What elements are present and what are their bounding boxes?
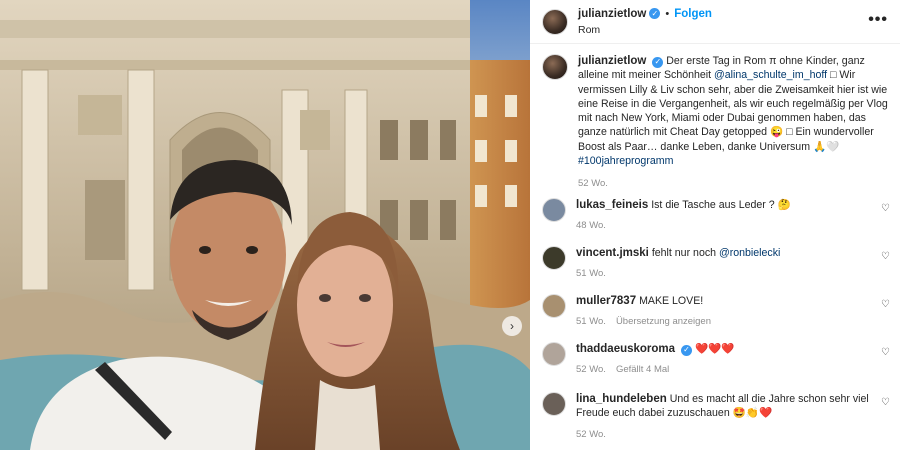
comment-like-count[interactable]: Gefällt 4 Mal <box>616 363 669 377</box>
verified-badge-icon: ✓ <box>649 8 661 19</box>
caption-username[interactable]: julianzietlow <box>578 55 646 67</box>
comment-item: thaddaeuskoroma ✓ ❤️❤️❤️ 52 Wo. Gefällt … <box>542 342 892 378</box>
more-horizontal-icon[interactable]: ••• <box>868 11 888 29</box>
photo-illustration <box>0 0 530 450</box>
comment-emoji: 🤩👏❤️ <box>732 407 773 420</box>
commenter-avatar[interactable] <box>542 342 566 366</box>
commenter-avatar[interactable] <box>542 392 566 416</box>
commenter-avatar[interactable] <box>542 198 566 222</box>
comment-text: MAKE LOVE! <box>639 295 704 307</box>
commenter-username[interactable]: lina_hundeleben <box>576 393 667 405</box>
like-comment-heart-icon[interactable]: ♡ <box>881 251 890 262</box>
author-avatar[interactable] <box>542 8 568 35</box>
comment-text: fehlt nur noch <box>651 247 719 259</box>
comment-item: vincent.jmski fehlt nur noch @ronbieleck… <box>542 246 892 282</box>
comment-item: lukas_feineis Ist die Tasche aus Leder ?… <box>542 198 892 234</box>
post-header: julianzietlow ✓ • Folgen Rom ••• <box>530 0 900 44</box>
commenter-username[interactable]: muller7837 <box>576 295 636 307</box>
comment-mention[interactable]: @ronbielecki <box>719 247 780 259</box>
post-sidebar: julianzietlow ✓ • Folgen Rom ••• julianz… <box>530 0 900 450</box>
comment-time[interactable]: 51 Wo. <box>576 315 606 329</box>
follow-button[interactable]: Folgen <box>674 7 712 21</box>
caption-avatar[interactable] <box>542 54 568 80</box>
next-photo-button[interactable]: › <box>502 316 522 336</box>
commenter-username[interactable]: thaddaeuskoroma <box>576 343 675 355</box>
caption-hashtag[interactable]: #100jahreprogramm <box>578 155 673 167</box>
comment-text: Ist die Tasche aus Leder ? <box>651 199 778 211</box>
post-caption: julianzietlow ✓ Der erste Tag in Rom π o… <box>542 54 892 192</box>
translate-button[interactable]: Übersetzung anzeigen <box>616 315 711 329</box>
verified-badge-icon: ✓ <box>681 344 693 356</box>
commenter-avatar[interactable] <box>542 294 566 318</box>
commenter-username[interactable]: vincent.jmski <box>576 247 649 259</box>
separator-dot: • <box>665 7 670 20</box>
like-comment-heart-icon[interactable]: ♡ <box>881 347 890 358</box>
like-comment-heart-icon[interactable]: ♡ <box>881 299 890 310</box>
like-comment-heart-icon[interactable]: ♡ <box>881 397 890 408</box>
author-username[interactable]: julianzietlow <box>578 7 646 21</box>
post-photo[interactable]: › <box>0 0 530 450</box>
comment-time[interactable]: 48 Wo. <box>576 219 606 233</box>
comment-time[interactable]: 52 Wo. <box>576 363 606 377</box>
comment-emoji: 🤔 <box>777 199 791 211</box>
caption-emoji-1: 😜 <box>769 126 784 139</box>
caption-mention[interactable]: @alina_schulte_im_hoff <box>714 69 827 81</box>
comment-time[interactable]: 51 Wo. <box>576 267 606 281</box>
verified-badge-icon: ✓ <box>652 56 664 68</box>
caption-time[interactable]: 52 Wo. <box>578 177 888 191</box>
comment-item: lina_hundeleben Und es macht all die Jah… <box>542 392 892 442</box>
commenter-avatar[interactable] <box>542 246 566 270</box>
like-comment-heart-icon[interactable]: ♡ <box>881 203 890 214</box>
comment-item: muller7837 MAKE LOVE! 51 Wo. Übersetzung… <box>542 294 892 330</box>
comment-time[interactable]: 52 Wo. <box>576 428 606 442</box>
commenter-username[interactable]: lukas_feineis <box>576 199 648 211</box>
post-location[interactable]: Rom <box>578 23 712 37</box>
comment-hearts: ❤️❤️❤️ <box>694 343 735 355</box>
caption-emoji-2: 🙏🤍 <box>812 140 840 153</box>
